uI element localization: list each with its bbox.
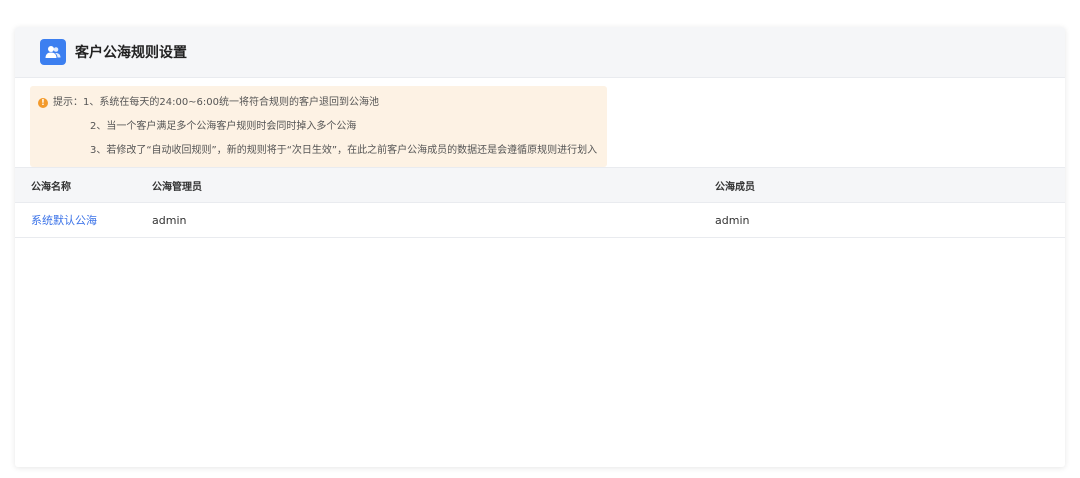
users-icon: [40, 39, 66, 65]
pool-table: 公海名称 公海管理员 公海成员 系统默认公海 admin admin: [15, 167, 1065, 238]
card-header: 客户公海规则设置: [15, 27, 1065, 78]
table-header: 公海名称 公海管理员 公海成员: [15, 167, 1065, 203]
pool-admin-cell: admin: [152, 213, 187, 227]
notice-text-1: 1、系统在每天的24:00~6:00统一将符合规则的客户退回到公海池: [83, 97, 380, 108]
notice-line-3: 3、若修改了“自动收回规则”，新的规则将于“次日生效”，在此之前客户公海成员的数…: [38, 139, 607, 163]
column-header-name: 公海名称: [31, 181, 71, 193]
notice-line-2: 2、当一个客户满足多个公海客户规则时会同时掉入多个公海: [38, 115, 607, 139]
pool-name-link[interactable]: 系统默认公海: [31, 212, 97, 228]
page-title: 客户公海规则设置: [75, 45, 187, 61]
notice-box: ! 提示： 1、系统在每天的24:00~6:00统一将符合规则的客户退回到公海池…: [30, 86, 607, 167]
settings-card: 客户公海规则设置 ! 提示： 1、系统在每天的24:00~6:00统一将符合规则…: [15, 27, 1065, 467]
notice-text-2: 2、当一个客户满足多个公海客户规则时会同时掉入多个公海: [90, 121, 357, 132]
column-header-admin: 公海管理员: [152, 181, 202, 193]
pool-members-cell: admin: [715, 213, 750, 227]
notice-prefix: 提示：: [53, 97, 83, 108]
warning-icon: !: [38, 98, 48, 108]
notice-line-1: ! 提示： 1、系统在每天的24:00~6:00统一将符合规则的客户退回到公海池: [38, 91, 607, 115]
column-header-members: 公海成员: [715, 181, 755, 193]
table-row: 系统默认公海 admin admin: [15, 203, 1065, 238]
notice-text-3: 3、若修改了“自动收回规则”，新的规则将于“次日生效”，在此之前客户公海成员的数…: [90, 145, 598, 156]
